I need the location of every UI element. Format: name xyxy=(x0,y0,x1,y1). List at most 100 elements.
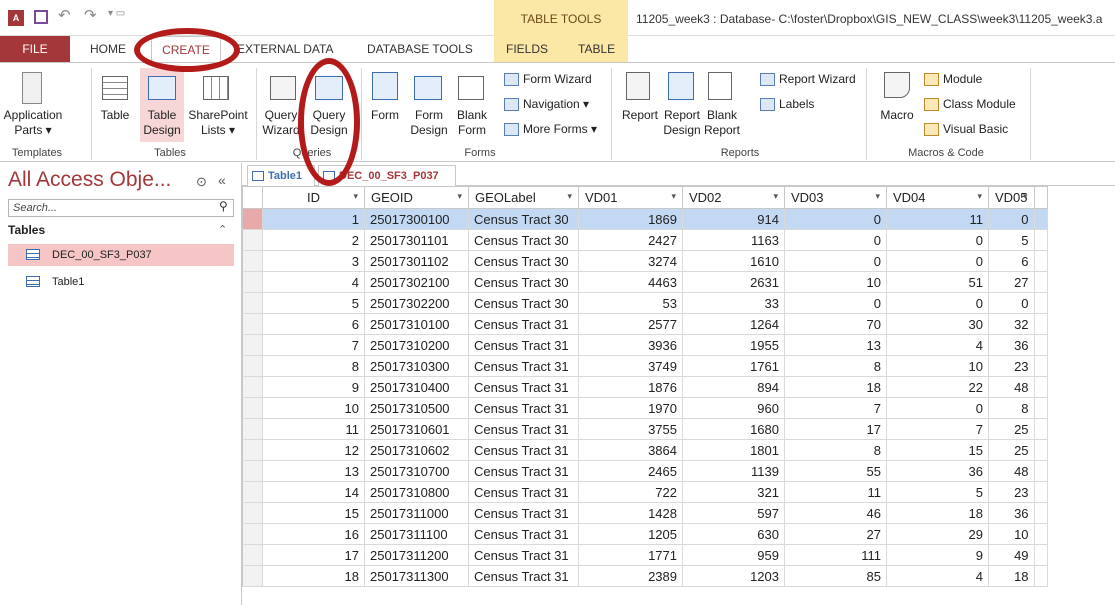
cell-geoid[interactable]: 25017301102 xyxy=(364,250,469,272)
cell-id[interactable]: 6 xyxy=(262,313,365,335)
cell-vd04[interactable]: 5 xyxy=(886,481,989,503)
cell-vd04[interactable]: 22 xyxy=(886,376,989,398)
cell-geolabel[interactable]: Census Tract 30 xyxy=(468,292,579,314)
cell-vd03[interactable]: 17 xyxy=(784,418,887,440)
cell-geoid[interactable]: 25017310400 xyxy=(364,376,469,398)
cell-vd01[interactable]: 722 xyxy=(578,481,683,503)
cell-geoid[interactable]: 25017310800 xyxy=(364,481,469,503)
cell-vd03[interactable]: 46 xyxy=(784,502,887,524)
cell-id[interactable]: 8 xyxy=(262,355,365,377)
cell-id[interactable]: 4 xyxy=(262,271,365,293)
tab-home[interactable]: HOME xyxy=(90,42,126,56)
table-row[interactable]: 10 25017310500 Census Tract 31 1970 960 7 0 8 xyxy=(242,397,1048,419)
nav-item-table1[interactable]: Table1 xyxy=(8,271,234,293)
cell-id[interactable]: 16 xyxy=(262,523,365,545)
table-row[interactable]: 3 25017301102 Census Tract 30 3274 1610 0 0 6 xyxy=(242,250,1048,272)
nav-section-tables[interactable]: Tables xyxy=(8,223,234,237)
cell-vd01[interactable]: 2427 xyxy=(578,229,683,251)
collapse-icon[interactable]: « xyxy=(218,172,226,188)
tab-database-tools[interactable]: DATABASE TOOLS xyxy=(367,42,473,56)
collapse-section-icon[interactable]: ⌃ xyxy=(218,223,227,236)
cell-vd05[interactable]: 23 xyxy=(988,355,1035,377)
blank-report-button[interactable]: Blank Report xyxy=(700,108,744,138)
tab-table[interactable]: TABLE xyxy=(578,42,615,56)
report-design-button[interactable]: Report Design xyxy=(662,108,702,138)
column-header-vd02[interactable]: VD02 ▾ xyxy=(682,186,785,209)
cell-id[interactable]: 14 xyxy=(262,481,365,503)
cell-vd04[interactable]: 0 xyxy=(886,250,989,272)
cell-vd02[interactable]: 1203 xyxy=(682,565,785,587)
record-selector[interactable] xyxy=(242,229,263,251)
cell-geoid[interactable]: 25017311100 xyxy=(364,523,469,545)
record-selector[interactable] xyxy=(242,523,263,545)
cell-geolabel[interactable]: Census Tract 31 xyxy=(468,355,579,377)
cell-vd03[interactable]: 111 xyxy=(784,544,887,566)
cell-vd03[interactable]: 7 xyxy=(784,397,887,419)
record-selector[interactable] xyxy=(242,397,263,419)
blank-form-button[interactable]: Blank Form xyxy=(452,108,492,138)
nav-item-dec-00-sf3-p037[interactable]: DEC_00_SF3_P037 xyxy=(8,244,234,266)
cell-vd05[interactable]: 23 xyxy=(988,481,1035,503)
cell-id[interactable]: 7 xyxy=(262,334,365,356)
cell-vd04[interactable]: 30 xyxy=(886,313,989,335)
cell-vd04[interactable]: 36 xyxy=(886,460,989,482)
report-wizard-button[interactable]: Report Wizard xyxy=(760,69,856,89)
cell-geolabel[interactable]: Census Tract 31 xyxy=(468,523,579,545)
table-row[interactable]: 7 25017310200 Census Tract 31 3936 1955 13 4 36 xyxy=(242,334,1048,356)
cell-vd01[interactable]: 1869 xyxy=(578,208,683,230)
tab-external-data[interactable]: EXTERNAL DATA xyxy=(237,42,333,56)
cell-id[interactable]: 3 xyxy=(262,250,365,272)
cell-vd05[interactable]: 32 xyxy=(988,313,1035,335)
cell-vd01[interactable]: 4463 xyxy=(578,271,683,293)
cell-vd02[interactable]: 1801 xyxy=(682,439,785,461)
cell-vd04[interactable]: 10 xyxy=(886,355,989,377)
table-row[interactable]: 13 25017310700 Census Tract 31 2465 1139 55 36… xyxy=(242,460,1048,482)
cell-vd03[interactable]: 18 xyxy=(784,376,887,398)
cell-vd04[interactable]: 4 xyxy=(886,334,989,356)
cell-geolabel[interactable]: Census Tract 30 xyxy=(468,250,579,272)
table-row[interactable]: 2 25017301101 Census Tract 30 2427 1163 0 0 5 xyxy=(242,229,1048,251)
cell-vd05[interactable]: 36 xyxy=(988,502,1035,524)
cell-vd02[interactable]: 1610 xyxy=(682,250,785,272)
report-button[interactable]: Report xyxy=(620,108,660,123)
table-row[interactable]: 9 25017310400 Census Tract 31 1876 894 18 22 48 xyxy=(242,376,1048,398)
cell-vd01[interactable]: 1771 xyxy=(578,544,683,566)
record-selector[interactable] xyxy=(242,418,263,440)
cell-vd04[interactable]: 18 xyxy=(886,502,989,524)
cell-geolabel[interactable]: Census Tract 31 xyxy=(468,481,579,503)
cell-vd04[interactable]: 4 xyxy=(886,565,989,587)
table-design-button[interactable]: Table Design xyxy=(140,108,184,138)
column-filter-dropdown-icon[interactable]: ▾ xyxy=(875,191,880,202)
column-filter-dropdown-icon[interactable]: ▾ xyxy=(773,191,778,202)
cell-id[interactable]: 2 xyxy=(262,229,365,251)
record-selector[interactable] xyxy=(242,565,263,587)
table-row[interactable]: 18 25017311300 Census Tract 31 2389 1203 85 4 1… xyxy=(242,565,1048,587)
cell-geoid[interactable]: 25017311300 xyxy=(364,565,469,587)
table-row[interactable]: 6 25017310100 Census Tract 31 2577 1264 70 30 3… xyxy=(242,313,1048,335)
cell-vd03[interactable]: 8 xyxy=(784,355,887,377)
cell-geolabel[interactable]: Census Tract 31 xyxy=(468,439,579,461)
cell-vd03[interactable]: 0 xyxy=(784,250,887,272)
cell-vd03[interactable]: 13 xyxy=(784,334,887,356)
save-icon[interactable] xyxy=(34,10,48,24)
cell-vd03[interactable]: 0 xyxy=(784,208,887,230)
cell-vd05[interactable]: 18 xyxy=(988,565,1035,587)
labels-button[interactable]: Labels xyxy=(760,94,814,114)
cell-geoid[interactable]: 25017301101 xyxy=(364,229,469,251)
cell-vd02[interactable]: 959 xyxy=(682,544,785,566)
undo-icon[interactable]: ↶ xyxy=(58,6,71,24)
nav-menu-icon[interactable]: ⊙ xyxy=(196,174,207,190)
record-selector[interactable] xyxy=(242,313,263,335)
cell-vd02[interactable]: 1955 xyxy=(682,334,785,356)
column-header-vd01[interactable]: VD01 ▾ xyxy=(578,186,683,209)
cell-vd05[interactable]: 10 xyxy=(988,523,1035,545)
cell-geolabel[interactable]: Census Tract 30 xyxy=(468,208,579,230)
cell-vd05[interactable]: 0 xyxy=(988,208,1035,230)
cell-vd02[interactable]: 321 xyxy=(682,481,785,503)
cell-vd01[interactable]: 1428 xyxy=(578,502,683,524)
cell-vd05[interactable]: 0 xyxy=(988,292,1035,314)
cell-vd02[interactable]: 1680 xyxy=(682,418,785,440)
more-forms-button[interactable]: More Forms ▾ xyxy=(504,119,597,139)
cell-vd01[interactable]: 1876 xyxy=(578,376,683,398)
cell-vd05[interactable]: 27 xyxy=(988,271,1035,293)
